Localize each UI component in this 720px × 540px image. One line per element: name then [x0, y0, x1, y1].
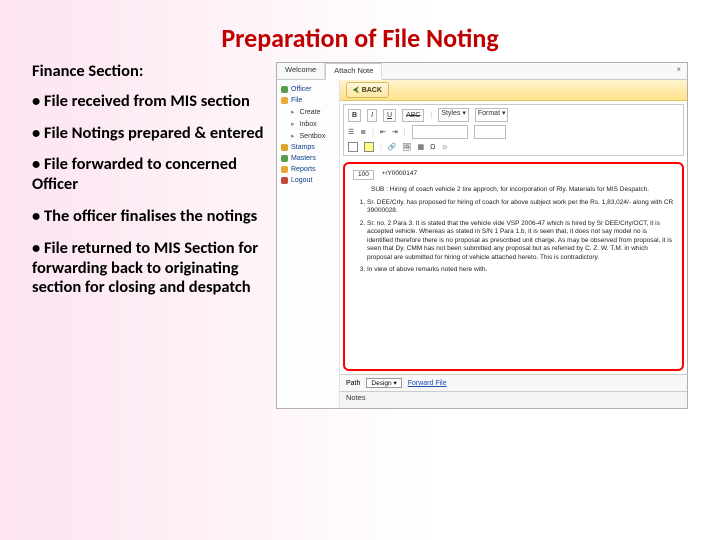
note-point: Sr. no. 2 Para 3. It is stated that the …	[367, 220, 674, 262]
section-heading: Finance Section:	[32, 62, 266, 82]
sidebar-item-sentbox[interactable]: ▸Sentbox	[277, 130, 339, 142]
back-bar: ⮜ BACK	[340, 80, 687, 101]
note-point: Sr. DEE/Crly. has proposed for hiring of…	[367, 199, 674, 216]
screenshot-column: Welcome Attach Note × Officer File ▸Crea…	[276, 62, 688, 409]
italic-button[interactable]: I	[367, 109, 377, 122]
slide: Preparation of File Noting Finance Secti…	[0, 0, 720, 540]
back-button[interactable]: ⮜ BACK	[346, 82, 389, 98]
underline-button[interactable]: U	[383, 109, 396, 122]
sidebar-item-logout[interactable]: Logout	[277, 175, 339, 186]
text-color-icon[interactable]	[348, 142, 358, 152]
path-select[interactable]: Design ▾	[366, 378, 401, 388]
bullet-item: • File forwarded to concerned Officer	[32, 155, 266, 195]
note-header-row: 100 +/Y0000147	[353, 170, 674, 180]
sidebar-item-officer[interactable]: Officer	[277, 84, 339, 95]
sidebar-item-inbox[interactable]: ▸Inbox	[277, 118, 339, 130]
bullet-item: • File Notings prepared & entered	[32, 124, 266, 144]
special-char-icon[interactable]: Ω	[430, 144, 435, 151]
bullet-icon: ▸	[291, 132, 295, 140]
bullet-item: • File returned to MIS Section for forwa…	[32, 239, 266, 298]
format-select[interactable]: Format ▾	[475, 108, 509, 122]
content-pane: ⮜ BACK B I U ABC | Styles ▾	[340, 80, 687, 408]
bullet-item: • The officer finalises the notings	[32, 207, 266, 227]
main-area: Officer File ▸Create ▸Inbox ▸Sentbox Sta…	[277, 80, 687, 408]
indent-icon[interactable]: ⇥	[392, 128, 398, 136]
bold-button[interactable]: B	[348, 109, 361, 122]
sidebar-item-stamps[interactable]: Stamps	[277, 142, 339, 153]
editor-toolbar: B I U ABC | Styles ▾ Format ▾ ☰ ≣	[343, 104, 684, 156]
note-subject: SUB : Hiring of coach vehicle 2 tire app…	[371, 186, 674, 194]
sidebar-item-create[interactable]: ▸Create	[277, 106, 339, 118]
report-icon	[281, 166, 288, 173]
note-memo-id: +/Y0000147	[382, 170, 417, 180]
link-icon[interactable]: 🔗	[388, 143, 397, 151]
image-icon[interactable]: 🖼	[403, 143, 412, 151]
size-select[interactable]	[474, 125, 506, 139]
outdent-icon[interactable]: ⇤	[380, 128, 386, 136]
sidebar-item-reports[interactable]: Reports	[277, 164, 339, 175]
bg-color-icon[interactable]	[364, 142, 374, 152]
tab-attach-note[interactable]: Attach Note	[325, 63, 382, 80]
sidebar-item-masters[interactable]: Masters	[277, 153, 339, 164]
slide-title: Preparation of File Noting	[0, 0, 720, 54]
forward-file-link[interactable]: Forward File	[408, 380, 447, 387]
slide-body: Finance Section: • File received from MI…	[0, 54, 720, 409]
tab-welcome[interactable]: Welcome	[277, 63, 325, 79]
bullet-icon: ▸	[291, 108, 295, 116]
note-points: Sr. DEE/Crly. has proposed for hiring of…	[353, 199, 674, 275]
back-arrow-icon: ⮜	[353, 85, 359, 95]
star-icon	[281, 144, 288, 151]
note-number: 100	[353, 170, 374, 180]
sidebar: Officer File ▸Create ▸Inbox ▸Sentbox Sta…	[277, 80, 340, 408]
numbered-list-icon[interactable]: ☰	[348, 128, 354, 136]
strike-button[interactable]: ABC	[402, 109, 424, 122]
smiley-icon[interactable]: ☺	[441, 144, 448, 151]
user-icon	[281, 86, 288, 93]
toolbar-row-2: ☰ ≣ | ⇤ ⇥ |	[348, 125, 679, 139]
gear-icon	[281, 155, 288, 162]
path-bar: Path Design ▾ Forward File	[340, 374, 687, 391]
bullet-list-icon[interactable]: ≣	[360, 128, 366, 136]
bullet-item: • File received from MIS section	[32, 92, 266, 112]
tab-close-icon[interactable]: ×	[670, 63, 687, 79]
logout-icon	[281, 177, 288, 184]
toolbar-row-1: B I U ABC | Styles ▾ Format ▾	[348, 108, 679, 122]
note-editor-highlight[interactable]: 100 +/Y0000147 SUB : Hiring of coach veh…	[343, 162, 684, 371]
table-icon[interactable]: ▦	[417, 143, 424, 151]
folder-icon	[281, 97, 288, 104]
toolbar-row-3: | 🔗 🖼 ▦ Ω ☺	[348, 142, 679, 152]
sidebar-item-file[interactable]: File	[277, 95, 339, 106]
notes-panel-header[interactable]: Notes	[340, 391, 687, 408]
styles-select[interactable]: Styles ▾	[438, 108, 469, 122]
note-point: In view of above remarks noted here with…	[367, 266, 674, 274]
bullet-icon: ▸	[291, 120, 295, 128]
text-column: Finance Section: • File received from MI…	[32, 62, 266, 409]
path-label: Path	[346, 380, 360, 387]
font-select[interactable]	[412, 125, 468, 139]
app-window: Welcome Attach Note × Officer File ▸Crea…	[276, 62, 688, 409]
tab-bar: Welcome Attach Note ×	[277, 63, 687, 80]
